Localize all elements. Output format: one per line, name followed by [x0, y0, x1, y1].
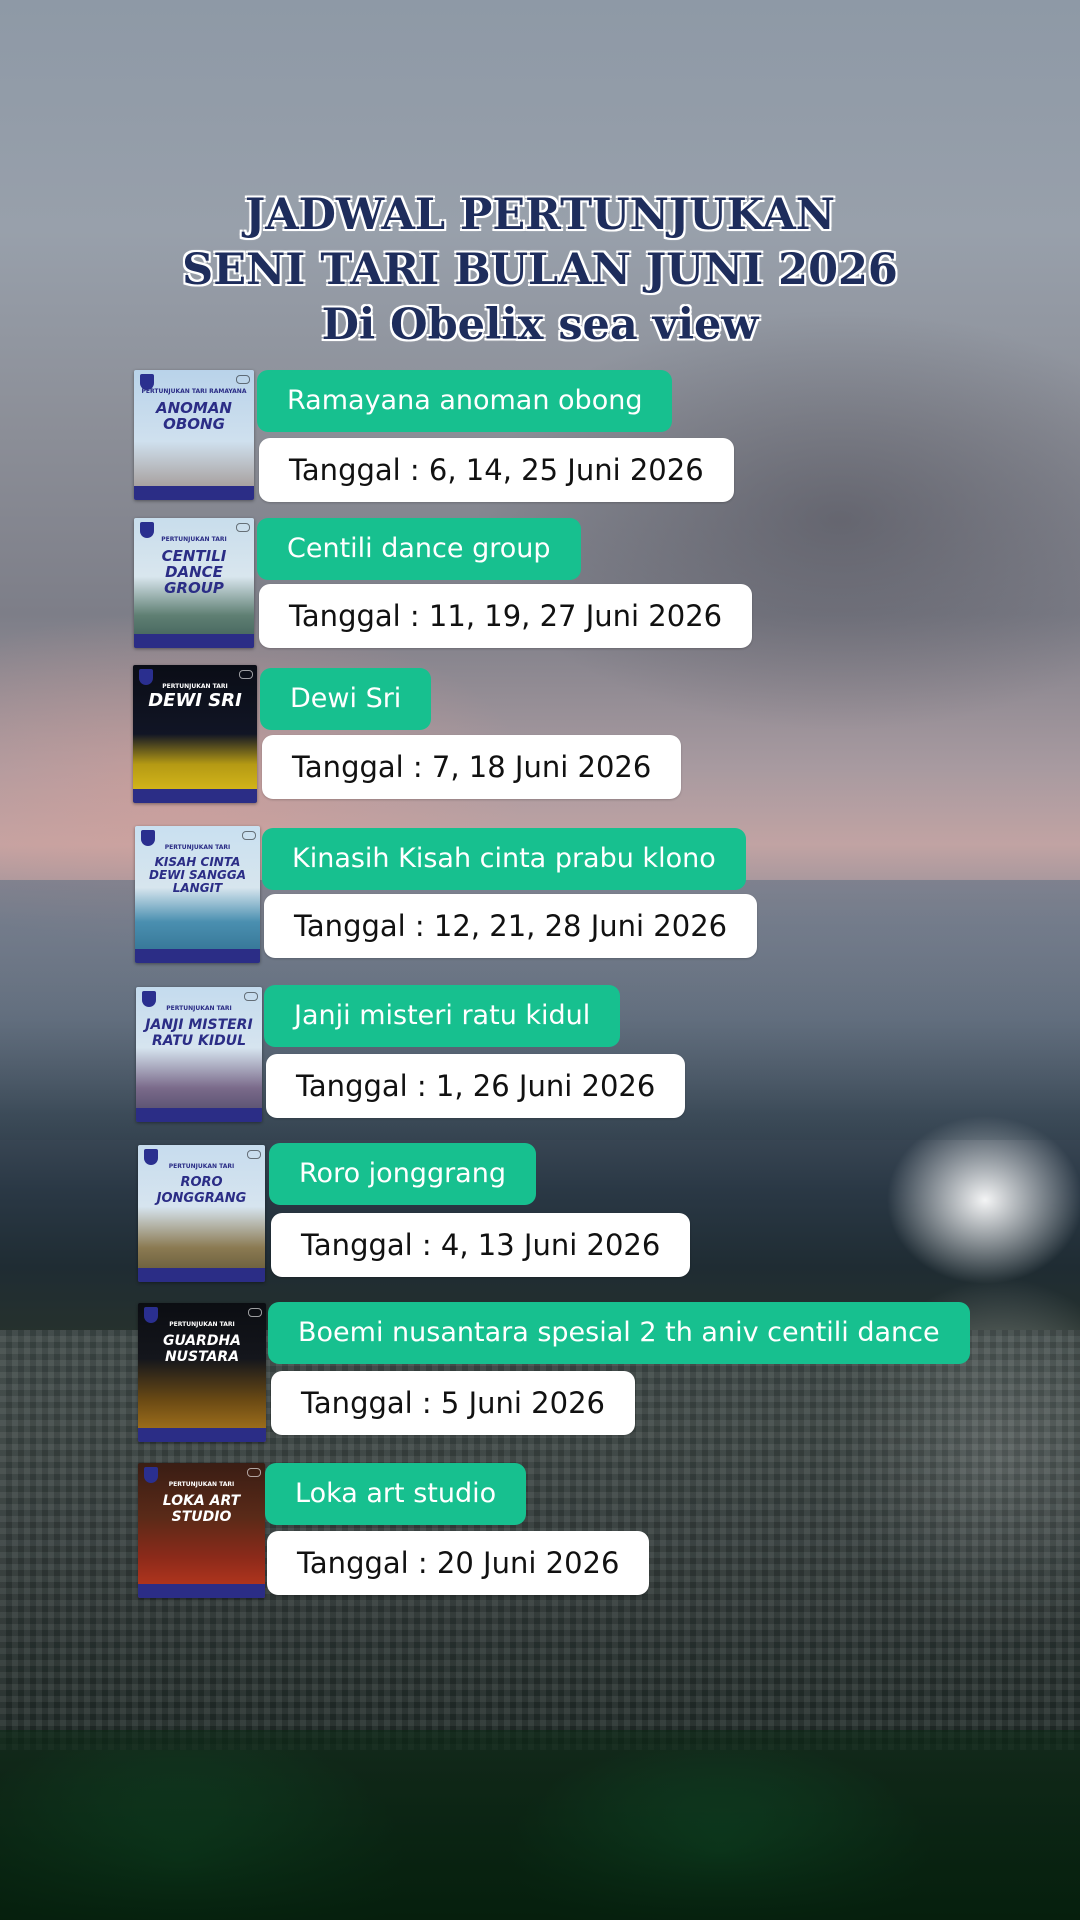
poster-subtitle: PERTUNJUKAN TARI — [168, 1481, 235, 1488]
event-poster: PERTUNJUKAN TARI DEWI SRI — [133, 665, 257, 803]
event-name-pill: Janji misteri ratu kidul — [264, 985, 621, 1047]
poster-title: GUARDHA NUSTARA — [162, 1333, 242, 1365]
event-poster: PERTUNJUKAN TARI RORO JONGGRANG — [138, 1145, 265, 1282]
badge-icon — [236, 375, 250, 384]
poster-subtitle: PERTUNJUKAN TARI — [164, 844, 231, 851]
event-name-pill: Dewi Sri — [260, 668, 432, 730]
badge-icon — [236, 523, 250, 532]
poster-title: KISAH CINTA DEWI SANGGA LANGIT — [149, 855, 246, 895]
title-line-2: SENI TARI BULAN JUNI 2026 — [182, 245, 898, 295]
poster-subtitle: PERTUNJUKAN TARI — [166, 1005, 232, 1012]
poster-title: CENTILI DANCE GROUP — [161, 547, 227, 597]
badge-icon — [248, 1308, 262, 1317]
badge-icon — [247, 1468, 261, 1477]
poster-subtitle: PERTUNJUKAN TARI — [169, 1321, 235, 1328]
event-date-pill: Tanggal : 12, 21, 28 Juni 2026 — [264, 894, 758, 958]
event-date-pill: Tanggal : 6, 14, 25 Juni 2026 — [259, 438, 734, 502]
event-date-pill: Tanggal : 1, 26 Juni 2026 — [266, 1054, 686, 1118]
event-date-pill: Tanggal : 5 Juni 2026 — [271, 1371, 635, 1435]
poster-subtitle: PERTUNJUKAN TARI — [162, 683, 228, 690]
poster-subtitle: PERTUNJUKAN TARI — [168, 1163, 235, 1170]
event-date-pill: Tanggal : 4, 13 Juni 2026 — [271, 1213, 691, 1277]
event-name-pill: Boemi nusantara spesial 2 th aniv centil… — [268, 1302, 970, 1364]
event-name-pill: Roro jonggrang — [269, 1143, 536, 1205]
event-date-pill: Tanggal : 7, 18 Juni 2026 — [262, 735, 682, 799]
poster-subtitle: PERTUNJUKAN TARI — [161, 536, 227, 543]
poster-title: RORO JONGGRANG — [156, 1175, 247, 1206]
event-name-pill: Ramayana anoman obong — [257, 370, 673, 432]
badge-icon — [244, 992, 258, 1001]
event-poster: PERTUNJUKAN TARI JANJI MISTERI RATU KIDU… — [136, 987, 262, 1122]
event-poster: PERTUNJUKAN TARI LOKA ART STUDIO — [138, 1463, 265, 1598]
page-title: JADWAL PERTUNJUKAN SENI TARI BULAN JUNI … — [0, 188, 1080, 353]
event-poster: PERTUNJUKAN TARI CENTILI DANCE GROUP — [134, 518, 254, 648]
event-name-pill: Centili dance group — [257, 518, 581, 580]
event-date-pill: Tanggal : 20 Juni 2026 — [267, 1531, 650, 1595]
badge-icon — [239, 670, 253, 679]
event-name-pill: Loka art studio — [265, 1463, 527, 1525]
event-poster: PERTUNJUKAN TARI RAMAYANA ANOMAN OBONG — [134, 370, 254, 500]
event-date-pill: Tanggal : 11, 19, 27 Juni 2026 — [259, 584, 753, 648]
audience-crowd — [0, 1730, 1080, 1920]
title-line-3: Di Obelix sea view — [321, 300, 759, 350]
poster-title: DEWI SRI — [148, 690, 242, 711]
poster-title: LOKA ART STUDIO — [162, 1493, 241, 1525]
event-poster: PERTUNJUKAN TARI KISAH CINTA DEWI SANGGA… — [135, 826, 260, 963]
poster-title: JANJI MISTERI RATU KIDUL — [145, 1017, 253, 1049]
event-poster: PERTUNJUKAN TARI GUARDHA NUSTARA — [138, 1303, 266, 1442]
badge-icon — [242, 831, 256, 840]
poster-title: ANOMAN OBONG — [155, 399, 232, 433]
event-name-pill: Kinasih Kisah cinta prabu klono — [262, 828, 746, 890]
badge-icon — [247, 1150, 261, 1159]
title-line-1: JADWAL PERTUNJUKAN — [244, 190, 836, 240]
poster-subtitle: PERTUNJUKAN TARI RAMAYANA — [141, 388, 247, 395]
